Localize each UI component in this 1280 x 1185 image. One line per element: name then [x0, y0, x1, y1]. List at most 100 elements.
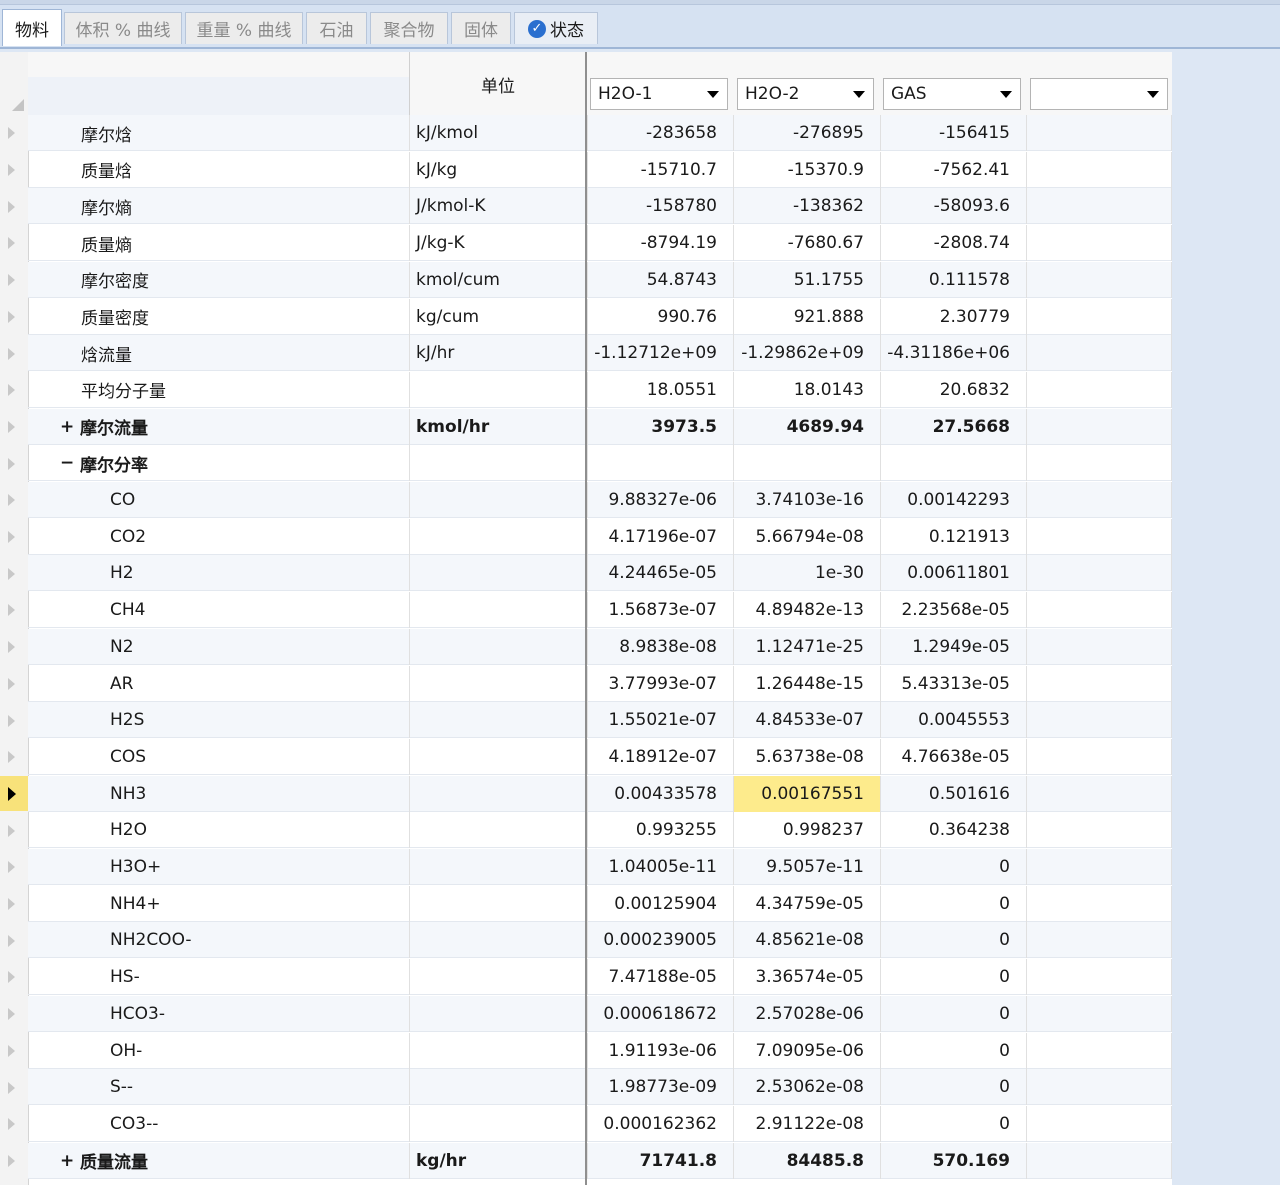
- unit-cell[interactable]: [409, 371, 586, 408]
- value-cell[interactable]: 0.501616: [880, 775, 1026, 812]
- row-arrow-icon[interactable]: [8, 971, 15, 984]
- value-cell[interactable]: 0: [880, 995, 1026, 1032]
- value-cell[interactable]: 0.00142293: [880, 482, 1026, 518]
- value-cell[interactable]: [1026, 702, 1172, 739]
- stream-select-empty[interactable]: [1030, 78, 1168, 110]
- row-arrow-icon[interactable]: [8, 824, 15, 837]
- property-label-cell[interactable]: CO2: [28, 519, 409, 555]
- value-cell[interactable]: [1026, 775, 1172, 812]
- tab-solids[interactable]: 固体: [451, 12, 511, 44]
- unit-cell[interactable]: kmol/hr: [409, 408, 586, 445]
- value-cell[interactable]: 9.88327e-06: [587, 482, 733, 518]
- property-label-cell[interactable]: 摩尔熵: [28, 188, 409, 224]
- value-cell[interactable]: 5.43313e-05: [880, 665, 1026, 702]
- value-cell[interactable]: 0: [880, 959, 1026, 996]
- value-cell[interactable]: 1.55021e-07: [587, 702, 733, 739]
- value-cell[interactable]: [1026, 1032, 1172, 1069]
- value-cell[interactable]: [880, 445, 1026, 482]
- value-cell[interactable]: 0.998237: [733, 812, 880, 849]
- row-arrow-icon[interactable]: [8, 274, 15, 287]
- value-cell[interactable]: 2.53062e-08: [733, 1069, 880, 1106]
- property-label-cell[interactable]: + 质量流量: [28, 1143, 409, 1179]
- unit-cell[interactable]: [409, 445, 586, 482]
- value-cell[interactable]: 5.66794e-08: [733, 518, 880, 555]
- value-cell[interactable]: 0.00167551: [733, 775, 880, 812]
- frozen-column-splitter[interactable]: [585, 52, 587, 1185]
- unit-cell[interactable]: [409, 665, 586, 702]
- value-cell[interactable]: 0.00433578: [587, 775, 733, 812]
- value-cell[interactable]: 570.169: [880, 1142, 1026, 1179]
- value-cell[interactable]: 51.1755: [733, 261, 880, 298]
- row-arrow-icon[interactable]: [8, 567, 15, 580]
- row-arrow-icon[interactable]: [8, 677, 15, 690]
- property-label-cell[interactable]: H2O: [28, 812, 409, 848]
- value-cell[interactable]: 3973.5: [587, 408, 733, 445]
- unit-cell[interactable]: [409, 702, 586, 739]
- value-cell[interactable]: [1026, 922, 1172, 959]
- value-cell[interactable]: 84485.8: [733, 1142, 880, 1179]
- current-row-arrow-icon[interactable]: [8, 786, 16, 801]
- row-arrow-icon[interactable]: [8, 531, 15, 544]
- tab-status[interactable]: ✓ 状态: [514, 12, 598, 44]
- value-cell[interactable]: 2.57028e-06: [733, 995, 880, 1032]
- value-cell[interactable]: 71741.8: [587, 1142, 733, 1179]
- value-cell[interactable]: [1026, 518, 1172, 555]
- value-cell[interactable]: 7.09095e-06: [733, 1032, 880, 1069]
- table-row[interactable]: NH3 0.00433578 0.00167551 0.501616: [28, 775, 1172, 812]
- unit-cell[interactable]: kJ/hr: [409, 335, 586, 372]
- row-arrow-icon[interactable]: [8, 714, 15, 727]
- value-cell[interactable]: -15710.7: [587, 151, 733, 188]
- value-cell[interactable]: 0.993255: [587, 812, 733, 849]
- value-cell[interactable]: 4689.94: [733, 408, 880, 445]
- property-label-cell[interactable]: H2: [28, 555, 409, 591]
- value-cell[interactable]: 990.76: [587, 298, 733, 335]
- value-cell[interactable]: -283658: [587, 115, 733, 151]
- value-cell[interactable]: 0: [880, 1105, 1026, 1142]
- value-cell[interactable]: [1026, 298, 1172, 335]
- row-arrow-icon[interactable]: [8, 1044, 15, 1057]
- value-cell[interactable]: -156415: [880, 115, 1026, 151]
- row-arrow-icon[interactable]: [8, 457, 15, 470]
- table-row[interactable]: 摩尔熵 J/kmol-K -158780 -138362 -58093.6: [28, 188, 1172, 225]
- unit-cell[interactable]: [409, 1032, 586, 1069]
- property-label-cell[interactable]: H3O+: [28, 849, 409, 885]
- property-label-cell[interactable]: CO3--: [28, 1106, 409, 1142]
- value-cell[interactable]: 0.00611801: [880, 555, 1026, 592]
- value-cell[interactable]: 1.98773e-09: [587, 1069, 733, 1106]
- property-label-cell[interactable]: NH3: [28, 776, 409, 812]
- row-arrow-icon[interactable]: [8, 127, 15, 140]
- collapse-icon[interactable]: −: [60, 453, 74, 473]
- tab-polymer[interactable]: 聚合物: [370, 12, 448, 44]
- value-cell[interactable]: -7562.41: [880, 151, 1026, 188]
- table-row[interactable]: H2O 0.993255 0.998237 0.364238: [28, 812, 1172, 849]
- value-cell[interactable]: [1026, 225, 1172, 262]
- value-cell[interactable]: 4.84533e-07: [733, 702, 880, 739]
- property-label-cell[interactable]: AR: [28, 666, 409, 702]
- value-cell[interactable]: 4.24465e-05: [587, 555, 733, 592]
- property-label-cell[interactable]: HS-: [28, 959, 409, 995]
- property-label-cell[interactable]: + 摩尔流量: [28, 409, 409, 445]
- table-row[interactable]: 摩尔焓 kJ/kmol -283658 -276895 -156415: [28, 115, 1172, 151]
- unit-cell[interactable]: [409, 849, 586, 885]
- row-arrow-icon[interactable]: [8, 898, 15, 911]
- table-row[interactable]: CO2 4.17196e-07 5.66794e-08 0.121913: [28, 518, 1172, 555]
- row-arrow-icon[interactable]: [8, 420, 15, 433]
- table-row[interactable]: H2S 1.55021e-07 4.84533e-07 0.0045553: [28, 702, 1172, 739]
- value-cell[interactable]: 0: [880, 922, 1026, 959]
- property-label-cell[interactable]: S--: [28, 1069, 409, 1105]
- row-arrow-icon[interactable]: [8, 1081, 15, 1094]
- table-row[interactable]: − 摩尔分率: [28, 445, 1172, 482]
- value-cell[interactable]: [1026, 445, 1172, 482]
- unit-cell[interactable]: J/kg-K: [409, 225, 586, 262]
- property-label-cell[interactable]: N2: [28, 629, 409, 665]
- value-cell[interactable]: 0.111578: [880, 261, 1026, 298]
- value-cell[interactable]: -276895: [733, 115, 880, 151]
- value-cell[interactable]: 0.00125904: [587, 885, 733, 922]
- value-cell[interactable]: 20.6832: [880, 371, 1026, 408]
- value-cell[interactable]: 1.56873e-07: [587, 592, 733, 629]
- value-cell[interactable]: 1.12471e-25: [733, 628, 880, 665]
- row-arrow-icon[interactable]: [8, 164, 15, 177]
- unit-cell[interactable]: [409, 482, 586, 518]
- row-arrow-icon[interactable]: [8, 751, 15, 764]
- unit-cell[interactable]: [409, 812, 586, 849]
